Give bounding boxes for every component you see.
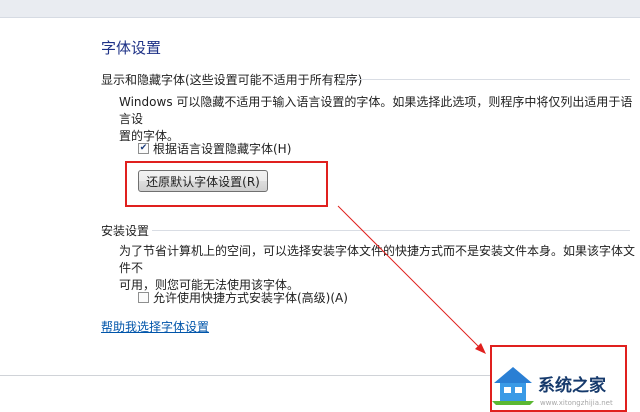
arrow-line xyxy=(337,205,483,351)
watermark-text: 系统之家 xyxy=(538,376,606,396)
watermark: 系统之家 www.xitongzhijia.net xyxy=(490,345,627,412)
watermark-url: www.xitongzhijia.net xyxy=(540,399,613,407)
house-logo-icon xyxy=(492,367,534,405)
